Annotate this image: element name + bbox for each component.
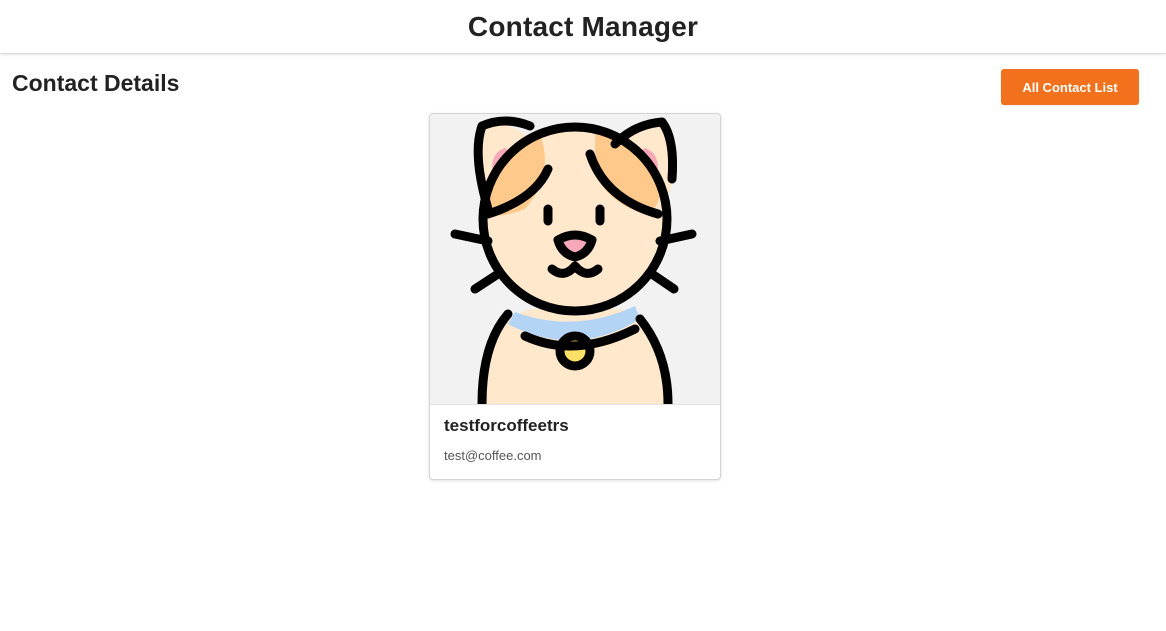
app-title: Contact Manager xyxy=(467,10,699,42)
app-header: Contact Manager xyxy=(0,0,1166,54)
all-contact-list-button[interactable]: All Contact List xyxy=(1001,69,1139,105)
contact-name: testforcoffeetrs xyxy=(444,416,569,435)
cat-avatar-icon xyxy=(450,116,697,404)
contact-avatar xyxy=(430,114,720,405)
page-title: Contact Details xyxy=(12,70,180,96)
contact-card[interactable]: testforcoffeetrs test@coffee.com xyxy=(429,113,721,480)
contact-email: test@coffee.com xyxy=(444,448,542,463)
